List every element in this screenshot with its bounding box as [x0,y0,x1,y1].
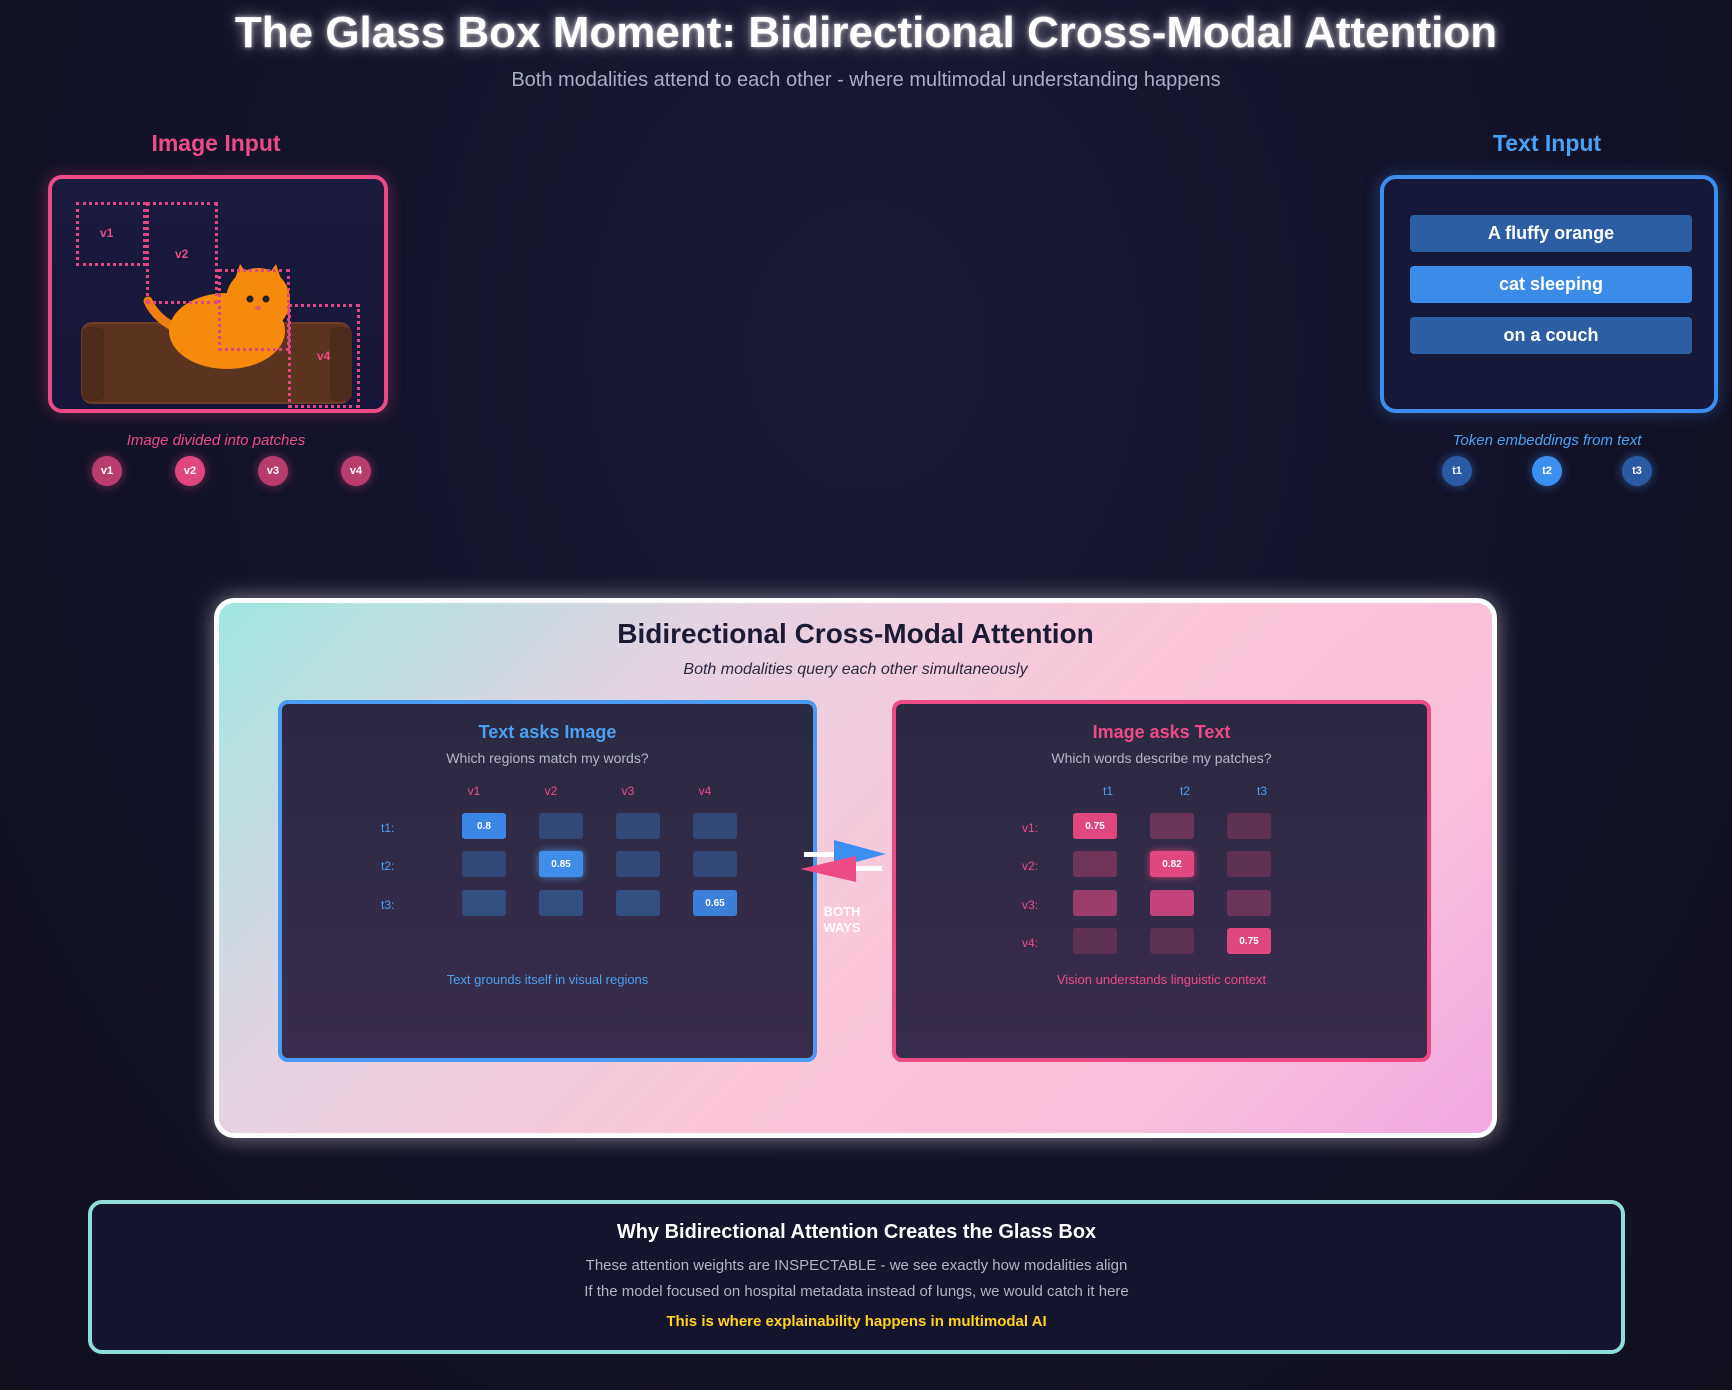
attention-cell [1227,851,1271,877]
why-title: Why Bidirectional Attention Creates the … [616,1221,1097,1243]
row-label: v4: [1022,936,1039,950]
page-subtitle: Both modalities attend to each other - w… [511,69,1221,91]
text-caption: Token embeddings from text [1452,432,1642,449]
column-header: v2 [544,784,558,798]
image-asks-text-title: Image asks Text [1092,722,1231,742]
why-line-2: If the model focused on hospital metadat… [584,1283,1129,1300]
column-header: v3 [621,784,635,798]
attention-cell: 0.82 [1150,851,1194,877]
row-label: v1: [1022,821,1039,835]
text-input-title: Text Input [1492,130,1602,156]
attention-cell [1150,890,1194,916]
column-header: t3 [1256,784,1267,798]
attention-cell [1150,813,1194,839]
column-header: v4 [698,784,712,798]
why-highlight: This is where explainability happens in … [666,1313,1047,1330]
page-title: The Glass Box Moment: Bidirectional Cros… [234,8,1498,57]
text-input-box: A fluffy orange cat sleeping on a couch [1380,175,1718,413]
attention-cell [1227,890,1271,916]
text-phrase-1: A fluffy orange [1410,215,1692,252]
row-label: t1: [381,821,395,835]
patch-label-v2: v2 [175,247,189,261]
token-t1: t1 [1442,456,1472,486]
image-asks-text-panel: Image asks Text Which words describe my … [892,700,1431,1062]
row-label: v3: [1022,898,1039,912]
attention-cell [693,813,737,839]
row-label: t2: [381,859,395,873]
token-v1: v1 [92,456,122,486]
image-input-box: v1 v2 v4 [48,175,388,413]
attention-cell [693,851,737,877]
attention-cell [1073,890,1117,916]
token-t3: t3 [1622,456,1652,486]
attention-cell [616,890,660,916]
attention-cell [616,851,660,877]
patch-v3 [218,269,290,351]
text-asks-image-question: Which regions match my words? [446,750,649,766]
token-v3: v3 [258,456,288,486]
text-phrase-3: on a couch [1410,317,1692,354]
attention-cell [616,813,660,839]
patch-label-v4: v4 [317,349,331,363]
attention-cell [1150,928,1194,954]
text-asks-image-panel: Text asks Image Which regions match my w… [278,700,817,1062]
patch-label-v1: v1 [100,226,114,240]
attention-cell [462,890,506,916]
row-label: v2: [1022,859,1039,873]
column-header: t2 [1179,784,1190,798]
row-label: t3: [381,898,395,912]
attention-cell: 0.65 [693,890,737,916]
image-input-title: Image Input [151,130,281,156]
why-line-1: These attention weights are INSPECTABLE … [585,1257,1128,1274]
image-asks-text-question: Which words describe my patches? [1051,750,1272,766]
attention-title: Bidirectional Cross-Modal Attention [617,618,1094,649]
token-t2: t2 [1532,456,1562,486]
column-header: v1 [467,784,481,798]
attention-cell [539,890,583,916]
token-v4: v4 [341,456,371,486]
attention-cell: 0.75 [1073,813,1117,839]
bidirectional-arrows [800,840,886,882]
attention-cell [462,851,506,877]
token-v2: v2 [175,456,205,486]
attention-cell [539,813,583,839]
column-header: t1 [1102,784,1113,798]
attention-cell [1073,851,1117,877]
attention-cell: 0.8 [462,813,506,839]
text-asks-image-footer: Text grounds itself in visual regions [446,972,649,987]
attention-subtitle: Both modalities query each other simulta… [683,661,1028,678]
image-asks-text-footer: Vision understands linguistic context [1056,972,1267,987]
text-phrase-2: cat sleeping [1410,266,1692,303]
attention-cell: 0.85 [539,851,583,877]
image-caption: Image divided into patches [126,432,306,449]
attention-cell [1227,813,1271,839]
both-ways-label: BOTH WAYS [823,904,861,935]
attention-cell: 0.75 [1227,928,1271,954]
text-asks-image-title: Text asks Image [478,722,617,742]
attention-cell [1073,928,1117,954]
